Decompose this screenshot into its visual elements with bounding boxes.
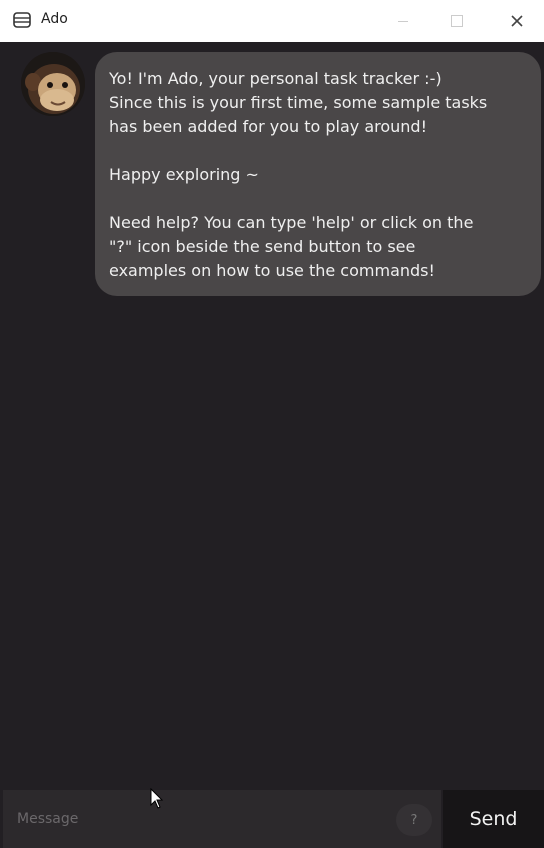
send-button[interactable]: Send bbox=[443, 790, 544, 848]
minimize-icon bbox=[398, 20, 408, 22]
title-bar[interactable]: Ado bbox=[0, 0, 544, 42]
app-window: Ado Yo! I'm Ado, your personal task trac… bbox=[0, 0, 544, 848]
window-title: Ado bbox=[41, 11, 68, 27]
help-button[interactable]: ? bbox=[396, 804, 432, 836]
chat-area[interactable]: Yo! I'm Ado, your personal task tracker … bbox=[0, 42, 544, 790]
mouse-cursor-icon bbox=[150, 788, 164, 809]
close-icon bbox=[511, 15, 523, 27]
minimize-button[interactable] bbox=[380, 0, 426, 42]
monkey-avatar bbox=[21, 52, 85, 116]
message-bar: ? Send bbox=[0, 790, 544, 848]
window-app-icon bbox=[13, 12, 31, 28]
maximize-button[interactable] bbox=[434, 0, 480, 42]
message-input[interactable] bbox=[3, 790, 441, 848]
close-button[interactable] bbox=[494, 0, 540, 42]
bot-message-bubble: Yo! I'm Ado, your personal task tracker … bbox=[95, 52, 541, 296]
maximize-icon bbox=[451, 15, 463, 27]
monkey-avatar-icon bbox=[21, 52, 85, 116]
